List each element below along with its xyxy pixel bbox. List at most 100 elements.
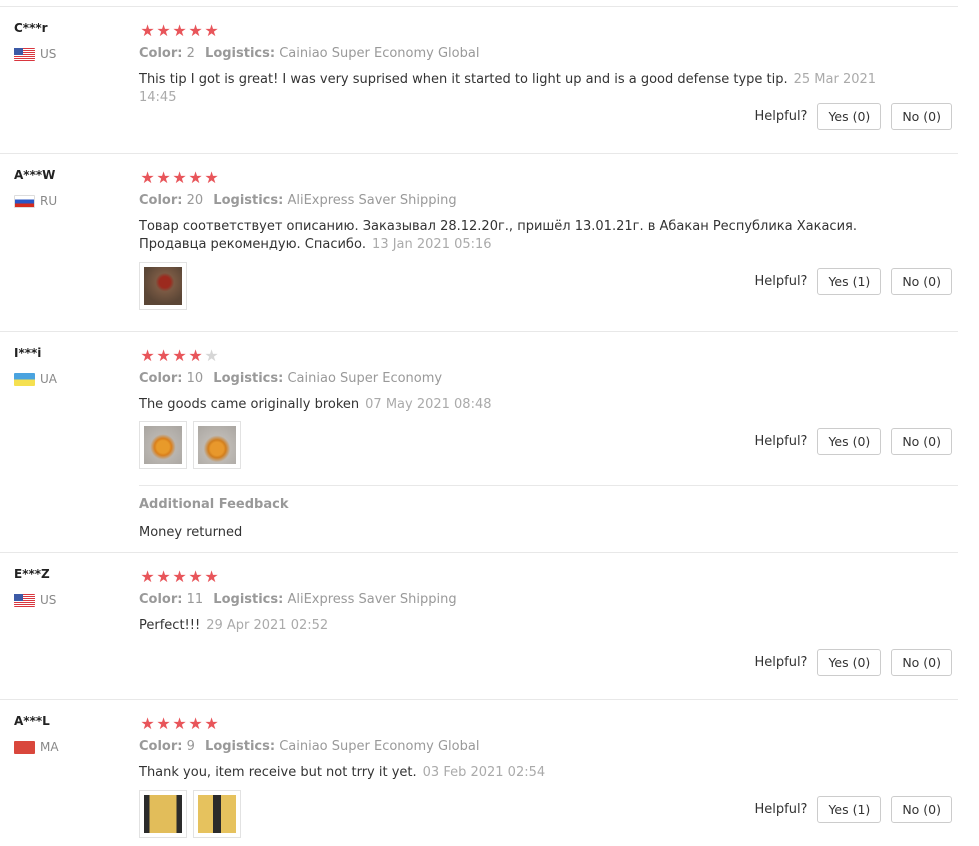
- helpful-label: Helpful?: [754, 802, 808, 817]
- reviewer-country: MA: [14, 740, 59, 754]
- helpful-label: Helpful?: [754, 274, 808, 289]
- review-meta: Color: 20 Logistics: AliExpress Saver Sh…: [139, 193, 457, 208]
- logistics-label: Logistics:: [213, 371, 284, 386]
- color-value: 10: [186, 371, 204, 386]
- star-icon: ★: [156, 567, 171, 586]
- review-body: Thank you, item receive but not trry it …: [139, 765, 417, 780]
- additional-feedback-text: Money returned: [139, 525, 243, 540]
- reviewer-name: A***W: [14, 168, 56, 182]
- additional-feedback-divider: [139, 485, 958, 486]
- helpful-no-button[interactable]: No (0): [891, 796, 952, 823]
- star-icon: ★: [172, 714, 187, 733]
- helpful-yes-button[interactable]: Yes (0): [817, 428, 882, 455]
- review-text: Thank you, item receive but not trry it …: [139, 764, 899, 782]
- logistics-label: Logistics:: [213, 193, 284, 208]
- color-label: Color:: [139, 46, 183, 61]
- review-photo-thumbnail[interactable]: [139, 262, 187, 310]
- helpful-no-button[interactable]: No (0): [891, 103, 952, 130]
- star-icon: ★: [204, 168, 219, 187]
- helpful-no-button[interactable]: No (0): [891, 268, 952, 295]
- star-icon: ★: [172, 168, 187, 187]
- ru-flag-icon: [14, 194, 35, 208]
- logistics-label: Logistics:: [213, 592, 284, 607]
- star-icon: ★: [156, 714, 171, 733]
- review-photo-thumbnail[interactable]: [193, 421, 241, 469]
- color-value: 9: [186, 739, 195, 754]
- logistics-value: AliExpress Saver Shipping: [287, 592, 457, 607]
- country-code: US: [40, 593, 57, 607]
- review-meta: Color: 2 Logistics: Cainiao Super Econom…: [139, 46, 479, 61]
- helpful-yes-button[interactable]: Yes (0): [817, 649, 882, 676]
- color-value: 2: [186, 46, 195, 61]
- star-icon: ★: [188, 567, 203, 586]
- star-rating: ★ ★ ★ ★ ★: [140, 569, 219, 585]
- review-text: Perfect!!! 29 Apr 2021 02:52: [139, 617, 899, 635]
- star-empty-icon: ★: [204, 346, 219, 365]
- star-icon: ★: [156, 346, 171, 365]
- reviewer-country: US: [14, 593, 56, 607]
- review-date: 13 Jan 2021 05:16: [372, 237, 492, 252]
- review-item: C***r US ★ ★ ★ ★ ★ Color: 2 Logistics: Caini…: [0, 7, 958, 154]
- review-item: A***W RU ★ ★ ★ ★ ★ Color: 20 Logistics: AliE…: [0, 154, 958, 332]
- star-icon: ★: [172, 346, 187, 365]
- review-photos: [139, 262, 187, 310]
- review-meta: Color: 9 Logistics: Cainiao Super Econom…: [139, 739, 479, 754]
- star-icon: ★: [188, 168, 203, 187]
- additional-feedback-title: Additional Feedback: [139, 497, 289, 512]
- country-code: RU: [40, 194, 58, 208]
- star-icon: ★: [204, 714, 219, 733]
- country-code: US: [40, 47, 57, 61]
- logistics-label: Logistics:: [205, 46, 276, 61]
- star-rating: ★ ★ ★ ★ ★: [140, 170, 219, 186]
- star-icon: ★: [156, 168, 171, 187]
- helpful-label: Helpful?: [754, 655, 808, 670]
- review-item: E***Z US ★ ★ ★ ★ ★ Color: 11 Logistics: AliE…: [0, 553, 958, 700]
- country-code: MA: [40, 740, 59, 754]
- helpful-no-button[interactable]: No (0): [891, 649, 952, 676]
- reviewer-country: UA: [14, 372, 57, 386]
- review-body: This tip I got is great! I was very supr…: [139, 72, 788, 87]
- star-rating: ★ ★ ★ ★ ★: [140, 348, 219, 364]
- star-icon: ★: [140, 714, 155, 733]
- helpful-yes-button[interactable]: Yes (1): [817, 796, 882, 823]
- helpful-no-button[interactable]: No (0): [891, 428, 952, 455]
- review-photo-thumbnail[interactable]: [139, 790, 187, 838]
- review-body: Perfect!!!: [139, 618, 201, 633]
- helpful-label: Helpful?: [754, 434, 808, 449]
- star-icon: ★: [140, 21, 155, 40]
- star-icon: ★: [172, 567, 187, 586]
- review-text: The goods came originally broken 07 May 2…: [139, 396, 899, 414]
- reviewer-country: US: [14, 47, 56, 61]
- photo-image: [198, 795, 236, 833]
- photo-image: [144, 267, 182, 305]
- logistics-label: Logistics:: [205, 739, 276, 754]
- logistics-value: Cainiao Super Economy: [287, 371, 443, 386]
- us-flag-icon: [14, 593, 35, 607]
- review-date: 29 Apr 2021 02:52: [206, 618, 329, 633]
- reviewer-name: E***Z: [14, 567, 50, 581]
- review-meta: Color: 11 Logistics: AliExpress Saver Sh…: [139, 592, 457, 607]
- photo-image: [144, 426, 182, 464]
- star-icon: ★: [156, 21, 171, 40]
- country-code: UA: [40, 372, 57, 386]
- helpful-yes-button[interactable]: Yes (1): [817, 268, 882, 295]
- review-date: 03 Feb 2021 02:54: [422, 765, 546, 780]
- ma-flag-icon: [14, 740, 35, 754]
- review-photos: [139, 790, 241, 838]
- review-date: 07 May 2021 08:48: [365, 397, 492, 412]
- review-body: The goods came originally broken: [139, 397, 360, 412]
- helpful-controls: Helpful? Yes (0) No (0): [754, 649, 952, 676]
- helpful-label: Helpful?: [754, 109, 808, 124]
- helpful-yes-button[interactable]: Yes (0): [817, 103, 882, 130]
- star-icon: ★: [204, 567, 219, 586]
- star-icon: ★: [188, 346, 203, 365]
- review-photos: [139, 421, 241, 469]
- review-photo-thumbnail[interactable]: [139, 421, 187, 469]
- review-meta: Color: 10 Logistics: Cainiao Super Econo…: [139, 371, 442, 386]
- helpful-controls: Helpful? Yes (1) No (0): [754, 796, 952, 823]
- reviewer-name: C***r: [14, 21, 48, 35]
- color-value: 11: [186, 592, 204, 607]
- review-photo-thumbnail[interactable]: [193, 790, 241, 838]
- review-item: I***i UA ★ ★ ★ ★ ★ Color: 10 Logistics: Cain…: [0, 332, 958, 553]
- photo-image: [198, 426, 236, 464]
